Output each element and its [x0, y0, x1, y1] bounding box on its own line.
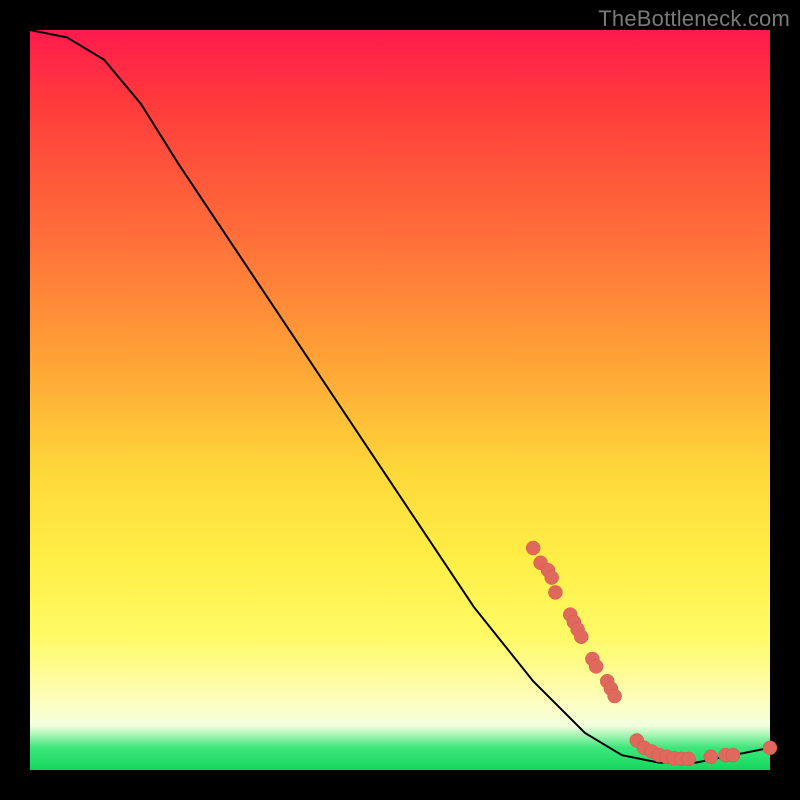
chart-svg: [30, 30, 770, 770]
plot-area: [30, 30, 770, 770]
watermark-text: TheBottleneck.com: [598, 6, 790, 32]
data-point: [763, 741, 777, 755]
data-point: [548, 585, 562, 599]
bottleneck-curve: [30, 30, 770, 763]
chart-frame: TheBottleneck.com: [0, 0, 800, 800]
data-point: [608, 689, 622, 703]
data-point: [682, 752, 696, 766]
data-point: [574, 630, 588, 644]
data-point: [526, 541, 540, 555]
data-point: [545, 571, 559, 585]
data-points: [526, 541, 777, 766]
data-point: [726, 748, 740, 762]
data-point: [589, 659, 603, 673]
data-point: [704, 750, 718, 764]
